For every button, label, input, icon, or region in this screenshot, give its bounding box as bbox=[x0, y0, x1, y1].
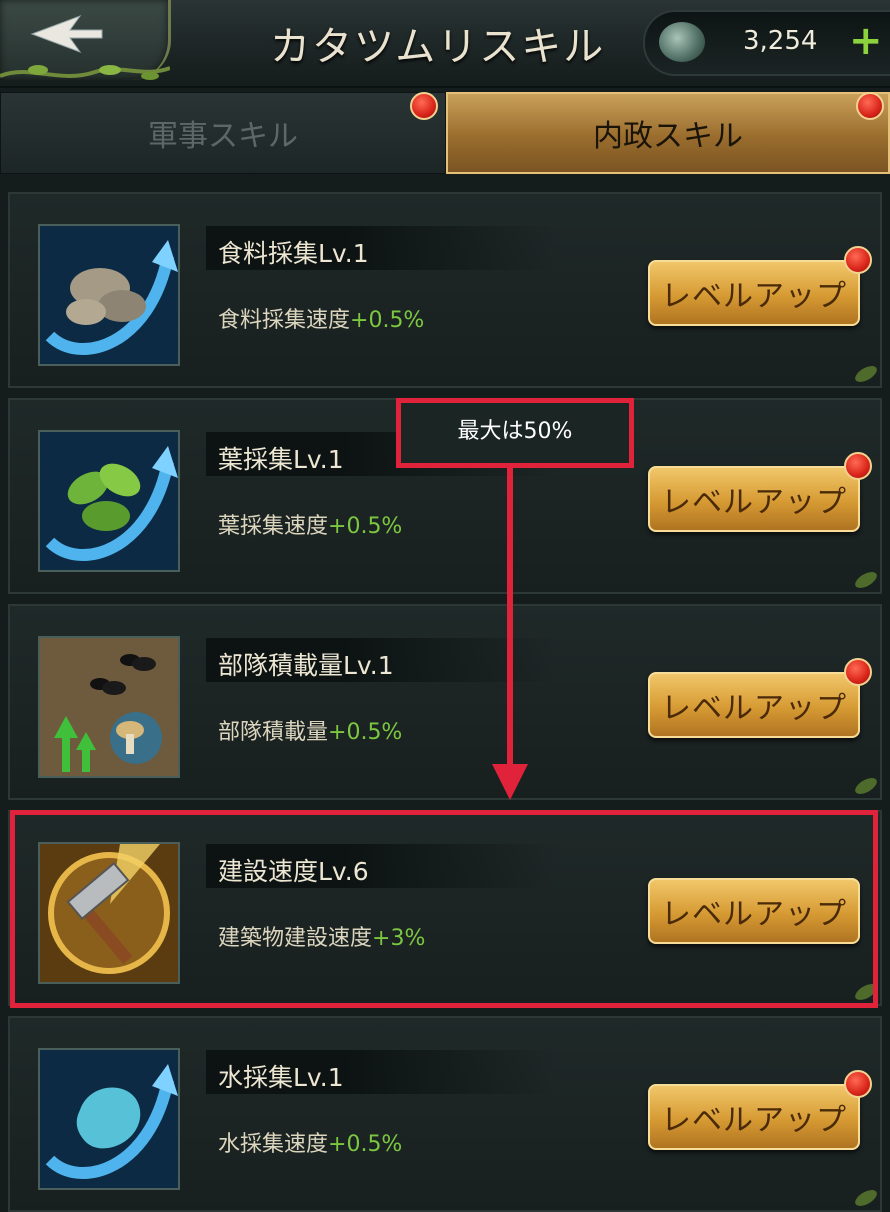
notification-dot-icon bbox=[410, 92, 438, 120]
effect-label: 水採集速度 bbox=[218, 1132, 329, 1157]
skill-card: 食料採集Lv.1 食料採集速度+0.5% レベルアップ bbox=[8, 192, 882, 388]
vine-decoration-icon bbox=[0, 65, 170, 80]
notification-dot-icon bbox=[844, 246, 872, 274]
skill-card: 水採集Lv.1 水採集速度+0.5% レベルアップ bbox=[8, 1016, 882, 1212]
header-bar: カタツムリスキル 3,254 + bbox=[0, 0, 890, 88]
effect-bonus: +0.5% bbox=[328, 514, 403, 539]
skill-description: 食料採集速度+0.5% bbox=[218, 302, 424, 334]
level-up-button[interactable]: レベルアップ bbox=[648, 672, 860, 738]
skill-description: 葉採集速度+0.5% bbox=[218, 508, 402, 540]
skill-name: 水採集Lv.1 bbox=[218, 1063, 344, 1092]
skill-name: 葉採集Lv.1 bbox=[218, 445, 344, 474]
currency-amount: 3,254 bbox=[743, 26, 818, 56]
level-up-button[interactable]: レベルアップ bbox=[648, 466, 860, 532]
leaf-icon bbox=[38, 430, 180, 572]
notification-dot-icon bbox=[856, 92, 884, 120]
annotation-arrow-icon bbox=[492, 466, 528, 800]
level-up-button[interactable]: レベルアップ bbox=[648, 260, 860, 326]
leaf-corner-icon bbox=[855, 366, 877, 382]
ant-icon bbox=[38, 636, 180, 778]
back-arrow-icon bbox=[30, 14, 103, 54]
annotation-note-box: 最大は50% bbox=[396, 398, 634, 468]
annotation-highlight-frame bbox=[10, 810, 878, 1008]
notification-dot-icon bbox=[844, 1070, 872, 1098]
skill-card: 部隊積載量Lv.1 部隊積載量+0.5% レベルアップ bbox=[8, 604, 882, 800]
notification-dot-icon bbox=[844, 452, 872, 480]
leaf-corner-icon bbox=[855, 1190, 877, 1206]
water-drop-icon bbox=[38, 1048, 180, 1190]
skill-tabs: 軍事スキル 内政スキル bbox=[0, 88, 890, 178]
page-title: カタツムリスキル bbox=[270, 24, 606, 70]
notification-dot-icon bbox=[844, 658, 872, 686]
annotation-note: 最大は50% bbox=[457, 419, 573, 444]
leaf-corner-icon bbox=[855, 778, 877, 794]
effect-label: 葉採集速度 bbox=[218, 514, 329, 539]
skill-description: 水採集速度+0.5% bbox=[218, 1126, 402, 1158]
skill-name: 部隊積載量Lv.1 bbox=[218, 651, 394, 680]
level-up-button[interactable]: レベルアップ bbox=[648, 1084, 860, 1150]
tab-label: 軍事スキル bbox=[148, 119, 298, 154]
skill-description: 部隊積載量+0.5% bbox=[218, 714, 402, 746]
tab-domestic-skills[interactable]: 内政スキル bbox=[446, 92, 890, 174]
effect-label: 食料採集速度 bbox=[218, 308, 351, 333]
effect-bonus: +0.5% bbox=[328, 720, 403, 745]
tab-label: 内政スキル bbox=[593, 119, 743, 154]
leaf-corner-icon bbox=[855, 572, 877, 588]
tab-military-skills[interactable]: 軍事スキル bbox=[0, 92, 446, 174]
currency-display: 3,254 + bbox=[643, 10, 890, 76]
pill-bug-icon bbox=[38, 224, 180, 366]
skill-name: 食料採集Lv.1 bbox=[218, 239, 369, 268]
effect-bonus: +0.5% bbox=[350, 308, 425, 333]
effect-bonus: +0.5% bbox=[328, 1132, 403, 1157]
add-currency-button[interactable]: + bbox=[849, 18, 883, 64]
shell-gem-icon bbox=[659, 22, 705, 62]
effect-label: 部隊積載量 bbox=[218, 720, 329, 745]
